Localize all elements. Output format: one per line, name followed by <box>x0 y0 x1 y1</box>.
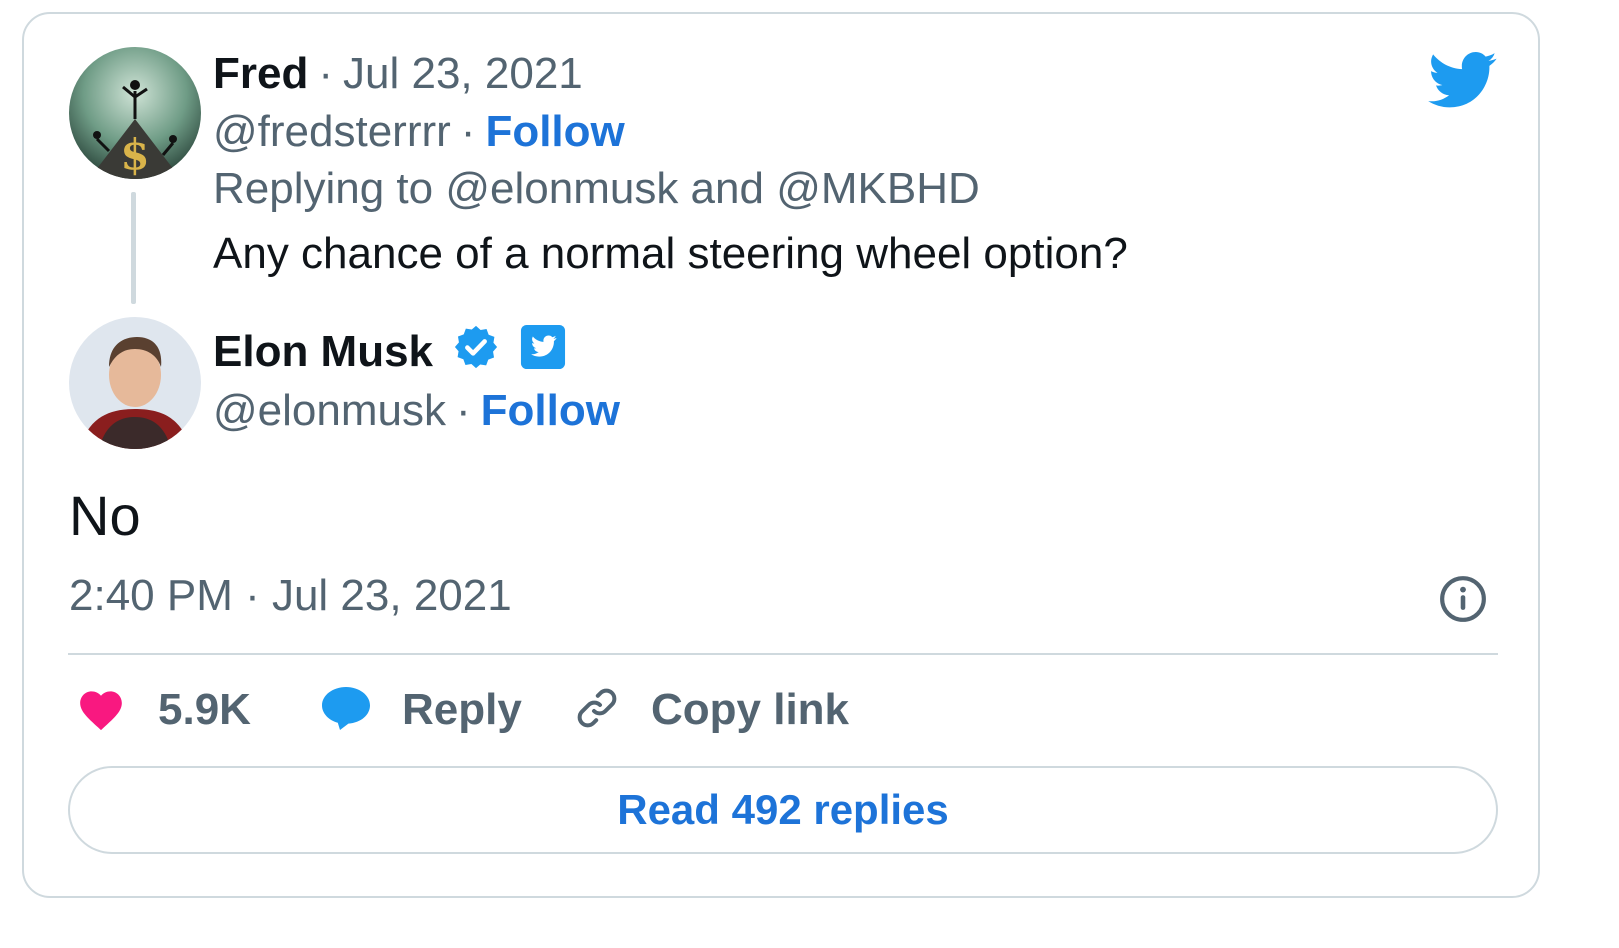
reply-tweet-text: Any chance of a normal steering wheel op… <box>213 229 1128 278</box>
speech-bubble-icon <box>320 685 372 736</box>
read-replies-label: Read 492 replies <box>617 786 949 833</box>
read-replies-button[interactable]: Read 492 replies <box>68 766 1498 854</box>
separator-dot: · <box>318 49 334 98</box>
reply-tweet-header: Fred · Jul 23, 2021 <box>213 46 583 102</box>
like-count: 5.9K <box>158 685 251 734</box>
main-tweet-timestamp[interactable]: 2:40 PM · Jul 23, 2021 <box>69 568 512 624</box>
follow-elon-button[interactable]: Follow <box>481 386 620 435</box>
fred-author-name[interactable]: Fred <box>213 49 308 98</box>
copy-link-button[interactable]: Copy link <box>573 680 849 740</box>
fred-avatar[interactable]: $ <box>69 47 201 179</box>
main-tweet-header: Elon Musk <box>213 324 566 384</box>
separator-dot: · <box>460 107 476 156</box>
copy-link-label: Copy link <box>651 685 850 734</box>
twitter-affiliate-badge-icon <box>520 324 566 384</box>
heart-icon <box>76 685 126 736</box>
fred-handle[interactable]: @fredsterrrr <box>213 107 451 156</box>
reply-tweet-date[interactable]: Jul 23, 2021 <box>343 49 583 98</box>
main-tweet-text: No <box>69 484 141 547</box>
like-button[interactable]: 5.9K <box>76 680 251 740</box>
verified-badge-icon <box>453 324 499 384</box>
elon-handle[interactable]: @elonmusk <box>213 386 446 435</box>
reply-button[interactable]: Reply <box>320 680 522 740</box>
elon-handle-row: @elonmusk · Follow <box>213 383 620 439</box>
link-icon <box>573 684 621 737</box>
replying-to-text: Replying to @elonmusk and @MKBHD <box>213 164 980 213</box>
fred-handle-row: @fredsterrrr · Follow <box>213 104 625 160</box>
separator-dot: · <box>455 386 471 435</box>
svg-text:$: $ <box>120 130 149 179</box>
elon-avatar[interactable] <box>69 317 201 449</box>
twitter-bird-icon[interactable] <box>1428 52 1498 115</box>
reply-label: Reply <box>402 685 522 734</box>
follow-fred-button[interactable]: Follow <box>485 107 624 156</box>
thread-connector-line <box>131 192 136 304</box>
info-icon[interactable] <box>1438 574 1488 629</box>
divider <box>68 653 1498 655</box>
elon-author-name[interactable]: Elon Musk <box>213 327 433 376</box>
